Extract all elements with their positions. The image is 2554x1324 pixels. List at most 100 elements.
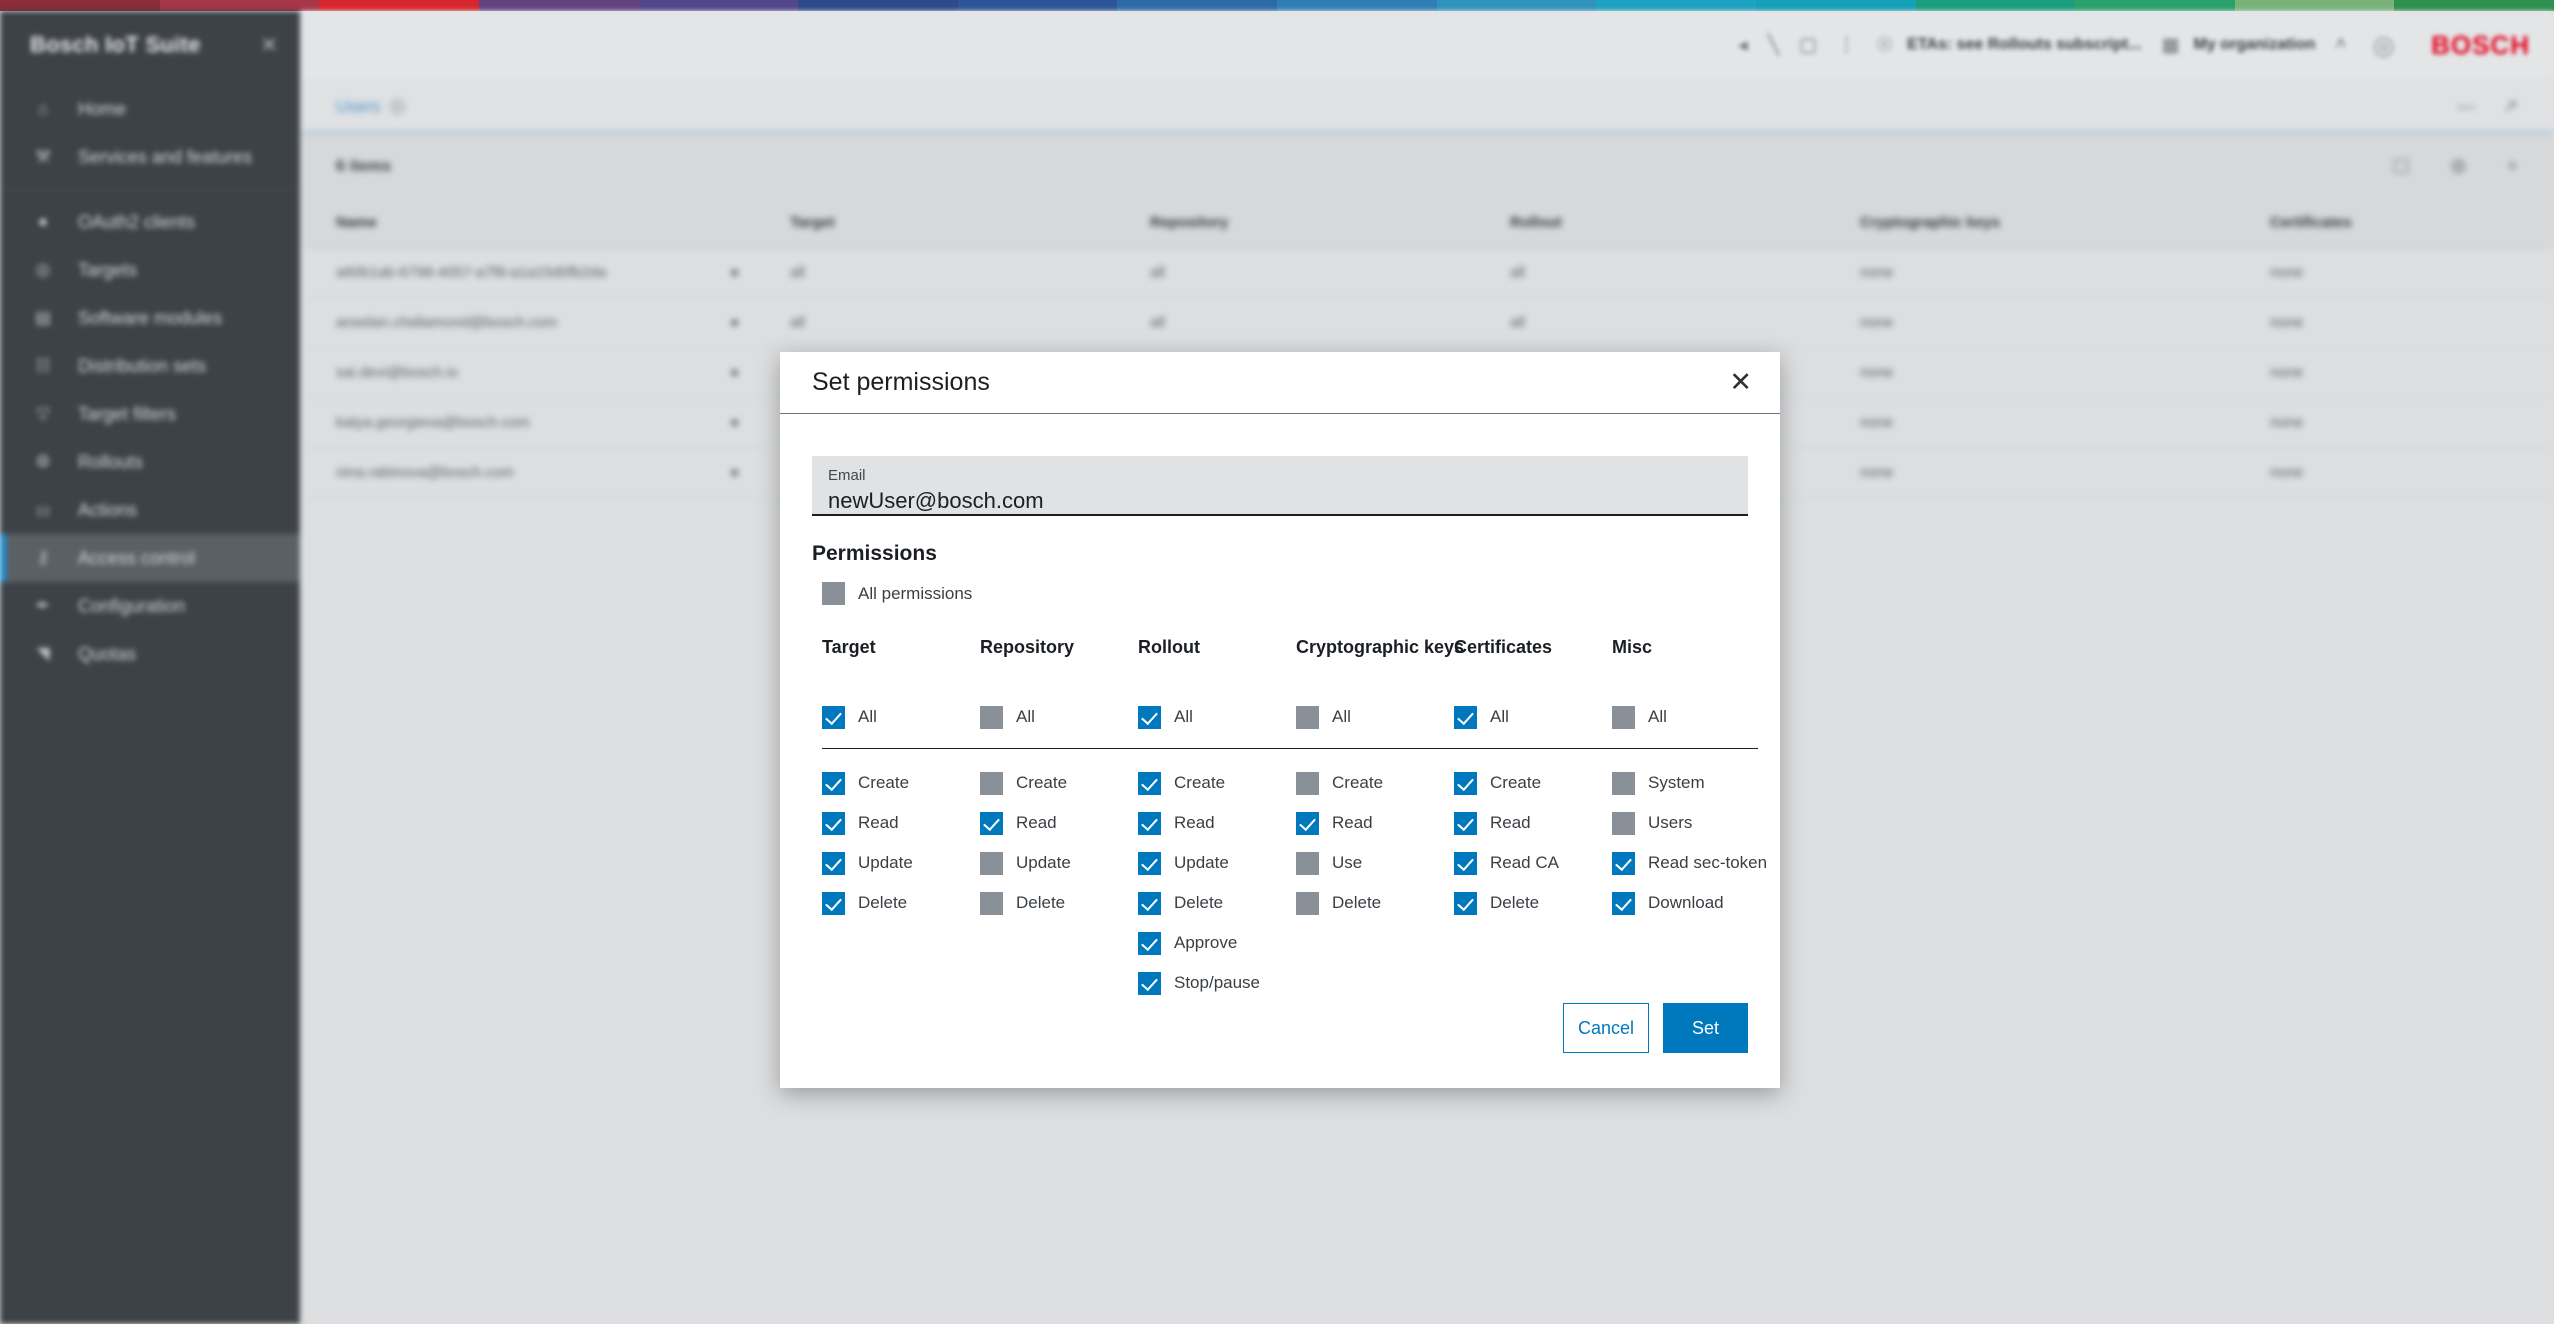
permission-option[interactable]: Create <box>980 763 1138 803</box>
checkbox[interactable] <box>1612 852 1635 875</box>
checkbox[interactable] <box>980 772 1003 795</box>
checkbox[interactable] <box>822 772 845 795</box>
checkbox[interactable] <box>1454 892 1477 915</box>
sidebar-item-actions[interactable]: ⚏Actions <box>0 486 300 534</box>
permission-all-repository[interactable]: All <box>980 697 1138 737</box>
permission-option[interactable]: Update <box>1138 843 1296 883</box>
checkbox[interactable] <box>980 812 1003 835</box>
permission-option[interactable]: Stop/pause <box>1138 963 1296 1003</box>
permission-option[interactable]: Update <box>822 843 980 883</box>
permission-option[interactable]: Read <box>1138 803 1296 843</box>
checkbox[interactable] <box>822 812 845 835</box>
checkbox[interactable] <box>1612 706 1635 729</box>
checkbox[interactable] <box>1454 772 1477 795</box>
all-permissions-row[interactable]: All permissions <box>812 582 1748 605</box>
permission-option[interactable]: Create <box>1138 763 1296 803</box>
phone-icon[interactable]: ╲ <box>1768 34 1779 57</box>
checkbox[interactable] <box>1138 706 1161 729</box>
checkbox[interactable] <box>1454 852 1477 875</box>
checkbox[interactable] <box>1138 892 1161 915</box>
chevron-down-icon[interactable]: ˄ <box>2335 34 2346 56</box>
permission-option[interactable]: Read <box>822 803 980 843</box>
permission-all-certificates[interactable]: All <box>1454 697 1612 737</box>
checkbox[interactable] <box>1138 932 1161 955</box>
sidebar-item-software-modules[interactable]: ▤Software modules <box>0 294 300 342</box>
email-field[interactable]: Email newUser@bosch.com <box>812 456 1748 516</box>
set-button[interactable]: Set <box>1663 1003 1748 1053</box>
permission-option[interactable]: Users <box>1612 803 1770 843</box>
permission-option[interactable]: Delete <box>1138 883 1296 923</box>
sidebar-close-icon[interactable]: ✕ <box>260 33 278 58</box>
share-icon[interactable]: ◂ <box>1738 34 1748 57</box>
checkbox[interactable] <box>1296 772 1319 795</box>
checkbox[interactable] <box>822 892 845 915</box>
checkbox[interactable] <box>1296 706 1319 729</box>
sidebar-item-target-filters[interactable]: ▽Target filters <box>0 390 300 438</box>
checkbox[interactable] <box>1296 812 1319 835</box>
sidebar-item-access-control[interactable]: ⚷Access control <box>0 534 300 582</box>
copy-icon[interactable]: ☐ <box>2393 156 2410 179</box>
permission-all-rollout[interactable]: All <box>1138 697 1296 737</box>
checkbox[interactable] <box>1138 852 1161 875</box>
permission-option[interactable]: Delete <box>822 883 980 923</box>
permission-option[interactable]: Download <box>1612 883 1770 923</box>
checkbox[interactable] <box>1612 892 1635 915</box>
checkbox[interactable] <box>980 852 1003 875</box>
sidebar-item-configuration[interactable]: ✒Configuration <box>0 582 300 630</box>
table-row[interactable]: a60b1ab-6798-4057-a7f8-a1a15d0fb2da●alla… <box>300 248 2554 298</box>
all-permissions-checkbox[interactable] <box>822 582 845 605</box>
permission-option[interactable]: System <box>1612 763 1770 803</box>
permission-option[interactable]: Read CA <box>1454 843 1612 883</box>
chat-icon[interactable]: ▢ <box>1799 34 1817 57</box>
organization-label[interactable]: My organization <box>2194 36 2316 54</box>
permission-option[interactable]: Update <box>980 843 1138 883</box>
permission-option[interactable]: Create <box>1296 763 1454 803</box>
sidebar-item-targets[interactable]: ◎Targets <box>0 246 300 294</box>
email-input-value[interactable]: newUser@bosch.com <box>828 487 1732 515</box>
bell-icon[interactable]: ☉ <box>1876 34 1893 57</box>
checkbox[interactable] <box>1612 812 1635 835</box>
permission-option[interactable]: Delete <box>1296 883 1454 923</box>
checkbox[interactable] <box>980 706 1003 729</box>
add-icon[interactable]: + <box>2507 156 2518 179</box>
permission-all-target[interactable]: All <box>822 697 980 737</box>
checkbox[interactable] <box>980 892 1003 915</box>
permission-option[interactable]: Read <box>1296 803 1454 843</box>
info-icon[interactable]: ⋮ <box>1837 34 1856 57</box>
table-row[interactable]: anselan.chidiamond@bosch.com●allallallno… <box>300 298 2554 348</box>
permission-option[interactable]: Use <box>1296 843 1454 883</box>
sidebar-item-home[interactable]: ⌂Home <box>0 85 300 133</box>
permission-option[interactable]: Create <box>1454 763 1612 803</box>
sidebar-item-quotas[interactable]: ◥Quotas <box>0 630 300 678</box>
permission-option[interactable]: Delete <box>980 883 1138 923</box>
checkbox[interactable] <box>1138 772 1161 795</box>
permission-option[interactable]: Delete <box>1454 883 1612 923</box>
settings-icon[interactable]: ⚙ <box>2450 156 2467 179</box>
permission-option[interactable]: Read sec-token <box>1612 843 1770 883</box>
permission-option[interactable]: Read <box>980 803 1138 843</box>
permission-all-misc[interactable]: All <box>1612 697 1770 737</box>
sidebar-item-oauth2-clients[interactable]: ●OAuth2 clients <box>0 198 300 246</box>
permission-option[interactable]: Read <box>1454 803 1612 843</box>
subscription-label[interactable]: ETAs: see Rollouts subscript... <box>1907 36 2141 54</box>
checkbox[interactable] <box>1138 812 1161 835</box>
sidebar-item-services-and-features[interactable]: ⚒Services and features <box>0 133 300 181</box>
sidebar-item-distribution-sets[interactable]: ☷Distribution sets <box>0 342 300 390</box>
checkbox[interactable] <box>822 706 845 729</box>
close-icon[interactable]: ✕ <box>1729 369 1752 396</box>
checkbox[interactable] <box>1138 972 1161 995</box>
checkbox[interactable] <box>1296 852 1319 875</box>
maximize-icon[interactable]: ↗ <box>2503 96 2518 117</box>
checkbox[interactable] <box>1454 812 1477 835</box>
permission-option[interactable]: Approve <box>1138 923 1296 963</box>
sidebar-item-rollouts[interactable]: ⚙Rollouts <box>0 438 300 486</box>
cancel-button[interactable]: Cancel <box>1563 1003 1649 1053</box>
permission-option[interactable]: Create <box>822 763 980 803</box>
checkbox[interactable] <box>1612 772 1635 795</box>
checkbox[interactable] <box>1296 892 1319 915</box>
minimize-icon[interactable]: — <box>2457 96 2475 117</box>
checkbox[interactable] <box>1454 706 1477 729</box>
checkbox[interactable] <box>822 852 845 875</box>
tab-users[interactable]: Users <box>336 97 380 117</box>
permission-all-cryptographic-keys[interactable]: All <box>1296 697 1454 737</box>
